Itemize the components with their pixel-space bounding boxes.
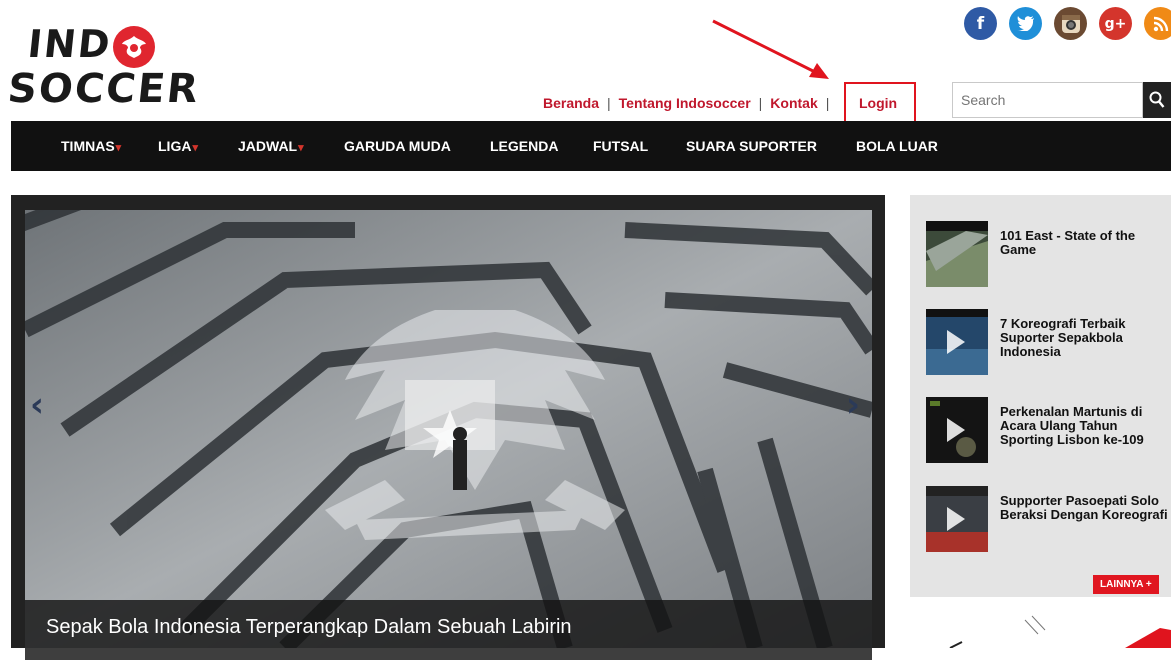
hero-caption[interactable]: Sepak Bola Indonesia Terperangkap Dalam …: [46, 616, 572, 639]
dropdown-caret-icon: ▾: [192, 142, 198, 154]
nav-legenda[interactable]: LEGENDA: [490, 138, 558, 154]
top-links: Beranda | Tentang Indosoccer | Kontak |: [543, 95, 837, 111]
nav-suara-suporter[interactable]: SUARA SUPORTER: [686, 138, 817, 154]
slider-next-button[interactable]: ›: [846, 385, 860, 425]
main-nav: TIMNAS▾ LIGA▾ JADWAL▾ GARUDA MUDA LEGEND…: [11, 121, 1171, 171]
nav-futsal[interactable]: FUTSAL: [593, 138, 648, 154]
play-icon: [947, 330, 965, 354]
sidebar-ad-image[interactable]: [910, 610, 1171, 648]
link-separator: |: [825, 95, 830, 111]
video-thumbnail[interactable]: [926, 486, 988, 552]
social-links: f g+: [964, 7, 1171, 40]
nav-garuda-muda[interactable]: GARUDA MUDA: [344, 138, 451, 154]
video-title[interactable]: 101 East - State of the Game: [1000, 229, 1170, 257]
logo-text-soccer: SOCCER: [5, 66, 203, 112]
video-thumbnail[interactable]: [926, 309, 988, 375]
video-item[interactable]: Supporter Pasoepati Solo Beraksi Dengan …: [926, 486, 1168, 556]
nav-timnas[interactable]: TIMNAS▾: [61, 138, 121, 154]
facebook-icon[interactable]: f: [964, 7, 997, 40]
video-title[interactable]: Perkenalan Martunis di Acara Ulang Tahun…: [1000, 405, 1170, 447]
search-icon: [1149, 91, 1165, 108]
logo-text-indo: IND: [25, 22, 114, 66]
video-thumbnail[interactable]: [926, 221, 988, 287]
dropdown-caret-icon: ▾: [298, 142, 304, 154]
video-item[interactable]: 7 Koreografi Terbaik Suporter Sepakbola …: [926, 309, 1161, 379]
video-title[interactable]: 7 Koreografi Terbaik Suporter Sepakbola …: [1000, 317, 1170, 359]
link-beranda[interactable]: Beranda: [543, 95, 599, 111]
video-title[interactable]: Supporter Pasoepati Solo Beraksi Dengan …: [1000, 494, 1170, 522]
play-icon: [947, 418, 965, 442]
video-sidebar: 101 East - State of the Game 7 Koreograf…: [910, 195, 1171, 597]
google-plus-icon[interactable]: g+: [1099, 7, 1132, 40]
instagram-icon[interactable]: [1054, 7, 1087, 40]
twitter-icon[interactable]: [1009, 7, 1042, 40]
search-input[interactable]: [952, 82, 1143, 118]
slider-prev-button[interactable]: ‹: [30, 385, 44, 425]
search-button[interactable]: [1143, 82, 1171, 118]
more-videos-button[interactable]: LAINNYA +: [1093, 575, 1159, 594]
video-item[interactable]: 101 East - State of the Game: [926, 221, 1161, 291]
link-kontak[interactable]: Kontak: [770, 95, 817, 111]
video-item[interactable]: Perkenalan Martunis di Acara Ulang Tahun…: [926, 397, 1161, 467]
nav-liga[interactable]: LIGA▾: [158, 138, 198, 154]
login-link[interactable]: Login: [859, 95, 897, 111]
hero-slide-image[interactable]: [25, 210, 872, 648]
link-tentang[interactable]: Tentang Indosoccer: [619, 95, 751, 111]
rss-icon[interactable]: [1144, 7, 1171, 40]
nav-bola-luar[interactable]: BOLA LUAR: [856, 138, 938, 154]
nav-jadwal[interactable]: JADWAL▾: [238, 138, 304, 154]
link-separator: |: [758, 95, 763, 111]
link-separator: |: [607, 95, 611, 111]
garuda-seal-icon: [113, 26, 155, 68]
play-icon: [947, 507, 965, 531]
dropdown-caret-icon: ▾: [115, 142, 122, 154]
video-thumbnail[interactable]: [926, 397, 988, 463]
site-logo[interactable]: IND SOCCER: [6, 18, 202, 112]
annotation-arrow-icon: [712, 19, 829, 79]
